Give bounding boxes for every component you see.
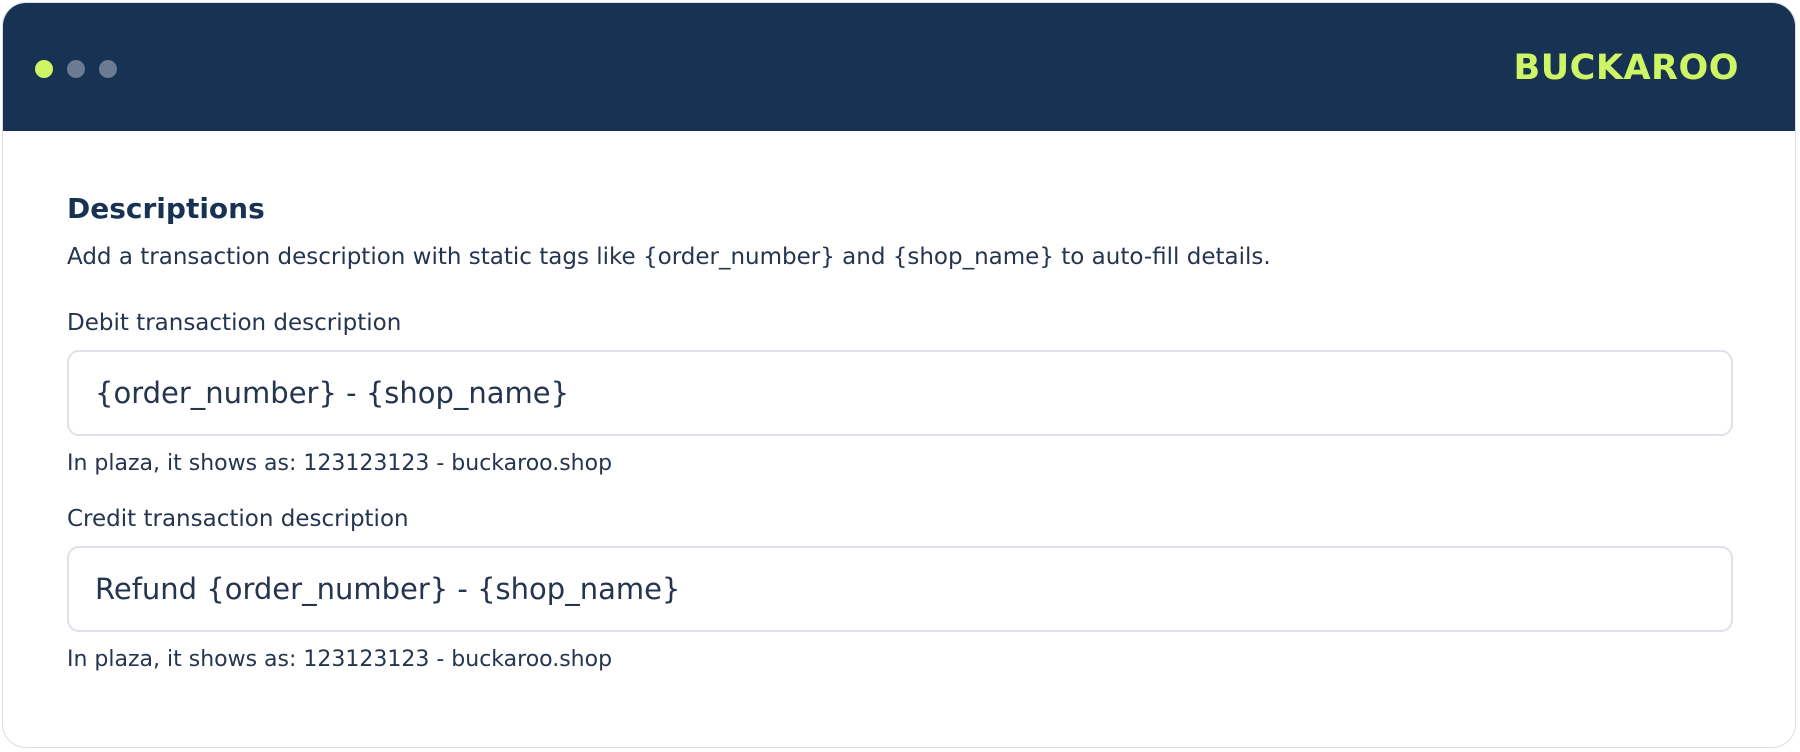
descriptions-section: Descriptions Add a transaction descripti… — [3, 131, 1795, 675]
title-bar: BUCKAROO — [3, 3, 1795, 131]
debit-description-hint: In plaza, it shows as: 123123123 - bucka… — [67, 451, 613, 476]
window-dot-icon[interactable] — [35, 60, 53, 78]
debit-description-input[interactable] — [93, 375, 1731, 411]
window-controls — [35, 60, 117, 78]
window-dot-icon[interactable] — [67, 60, 85, 78]
buckaroo-logo: BUCKAROO — [1513, 48, 1739, 88]
credit-description-input[interactable] — [93, 571, 1731, 607]
debit-description-label: Debit transaction description — [67, 310, 402, 336]
window-dot-icon[interactable] — [99, 60, 117, 78]
window: BUCKAROO Descriptions Add a transaction … — [2, 2, 1796, 748]
credit-description-label: Credit transaction description — [67, 506, 409, 532]
section-description: Add a transaction description with stati… — [67, 244, 1271, 270]
credit-description-hint: In plaza, it shows as: 123123123 - bucka… — [67, 647, 613, 672]
credit-description-field-box — [67, 546, 1733, 632]
section-title: Descriptions — [67, 192, 265, 225]
debit-description-field-box — [67, 350, 1733, 436]
